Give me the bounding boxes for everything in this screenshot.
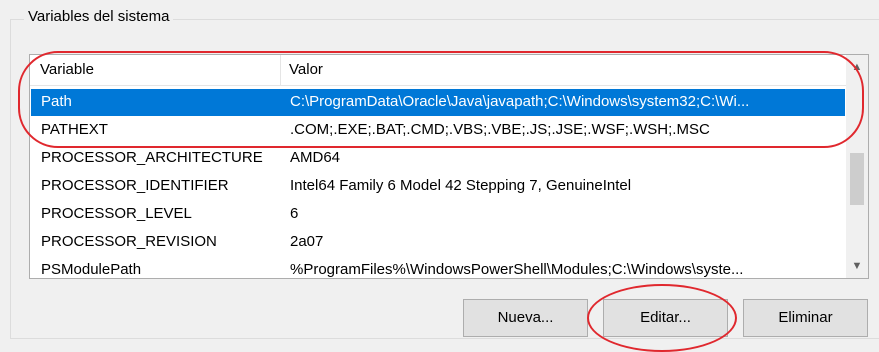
path-highlight-circle	[18, 51, 864, 148]
variable-cell: PROCESSOR_ARCHITECTURE	[41, 149, 263, 166]
table-row[interactable]: PSModulePath %ProgramFiles%\WindowsPower…	[31, 257, 845, 278]
variable-cell: PROCESSOR_REVISION	[41, 233, 217, 250]
value-cell: AMD64	[290, 149, 341, 166]
chevron-down-icon[interactable]: ▼	[846, 256, 868, 276]
table-row[interactable]: PROCESSOR_LEVEL 6	[31, 201, 845, 228]
edit-highlight-circle	[587, 284, 737, 352]
scrollbar-thumb[interactable]	[850, 153, 864, 205]
group-title: Variables del sistema	[24, 8, 174, 25]
table-row[interactable]: PROCESSOR_ARCHITECTURE AMD64	[31, 145, 845, 172]
value-cell: 2a07	[290, 233, 324, 250]
value-cell: %ProgramFiles%\WindowsPowerShell\Modules…	[290, 261, 744, 278]
variable-cell: PSModulePath	[41, 261, 142, 278]
table-row[interactable]: PROCESSOR_REVISION 2a07	[31, 229, 845, 256]
value-cell: 6	[290, 205, 299, 222]
variable-cell: PROCESSOR_LEVEL	[41, 205, 192, 222]
delete-button[interactable]: Eliminar	[743, 299, 868, 337]
value-cell: Intel64 Family 6 Model 42 Stepping 7, Ge…	[290, 177, 632, 194]
variable-cell: PROCESSOR_IDENTIFIER	[41, 177, 229, 194]
new-button[interactable]: Nueva...	[463, 299, 588, 337]
table-row[interactable]: PROCESSOR_IDENTIFIER Intel64 Family 6 Mo…	[31, 173, 845, 200]
